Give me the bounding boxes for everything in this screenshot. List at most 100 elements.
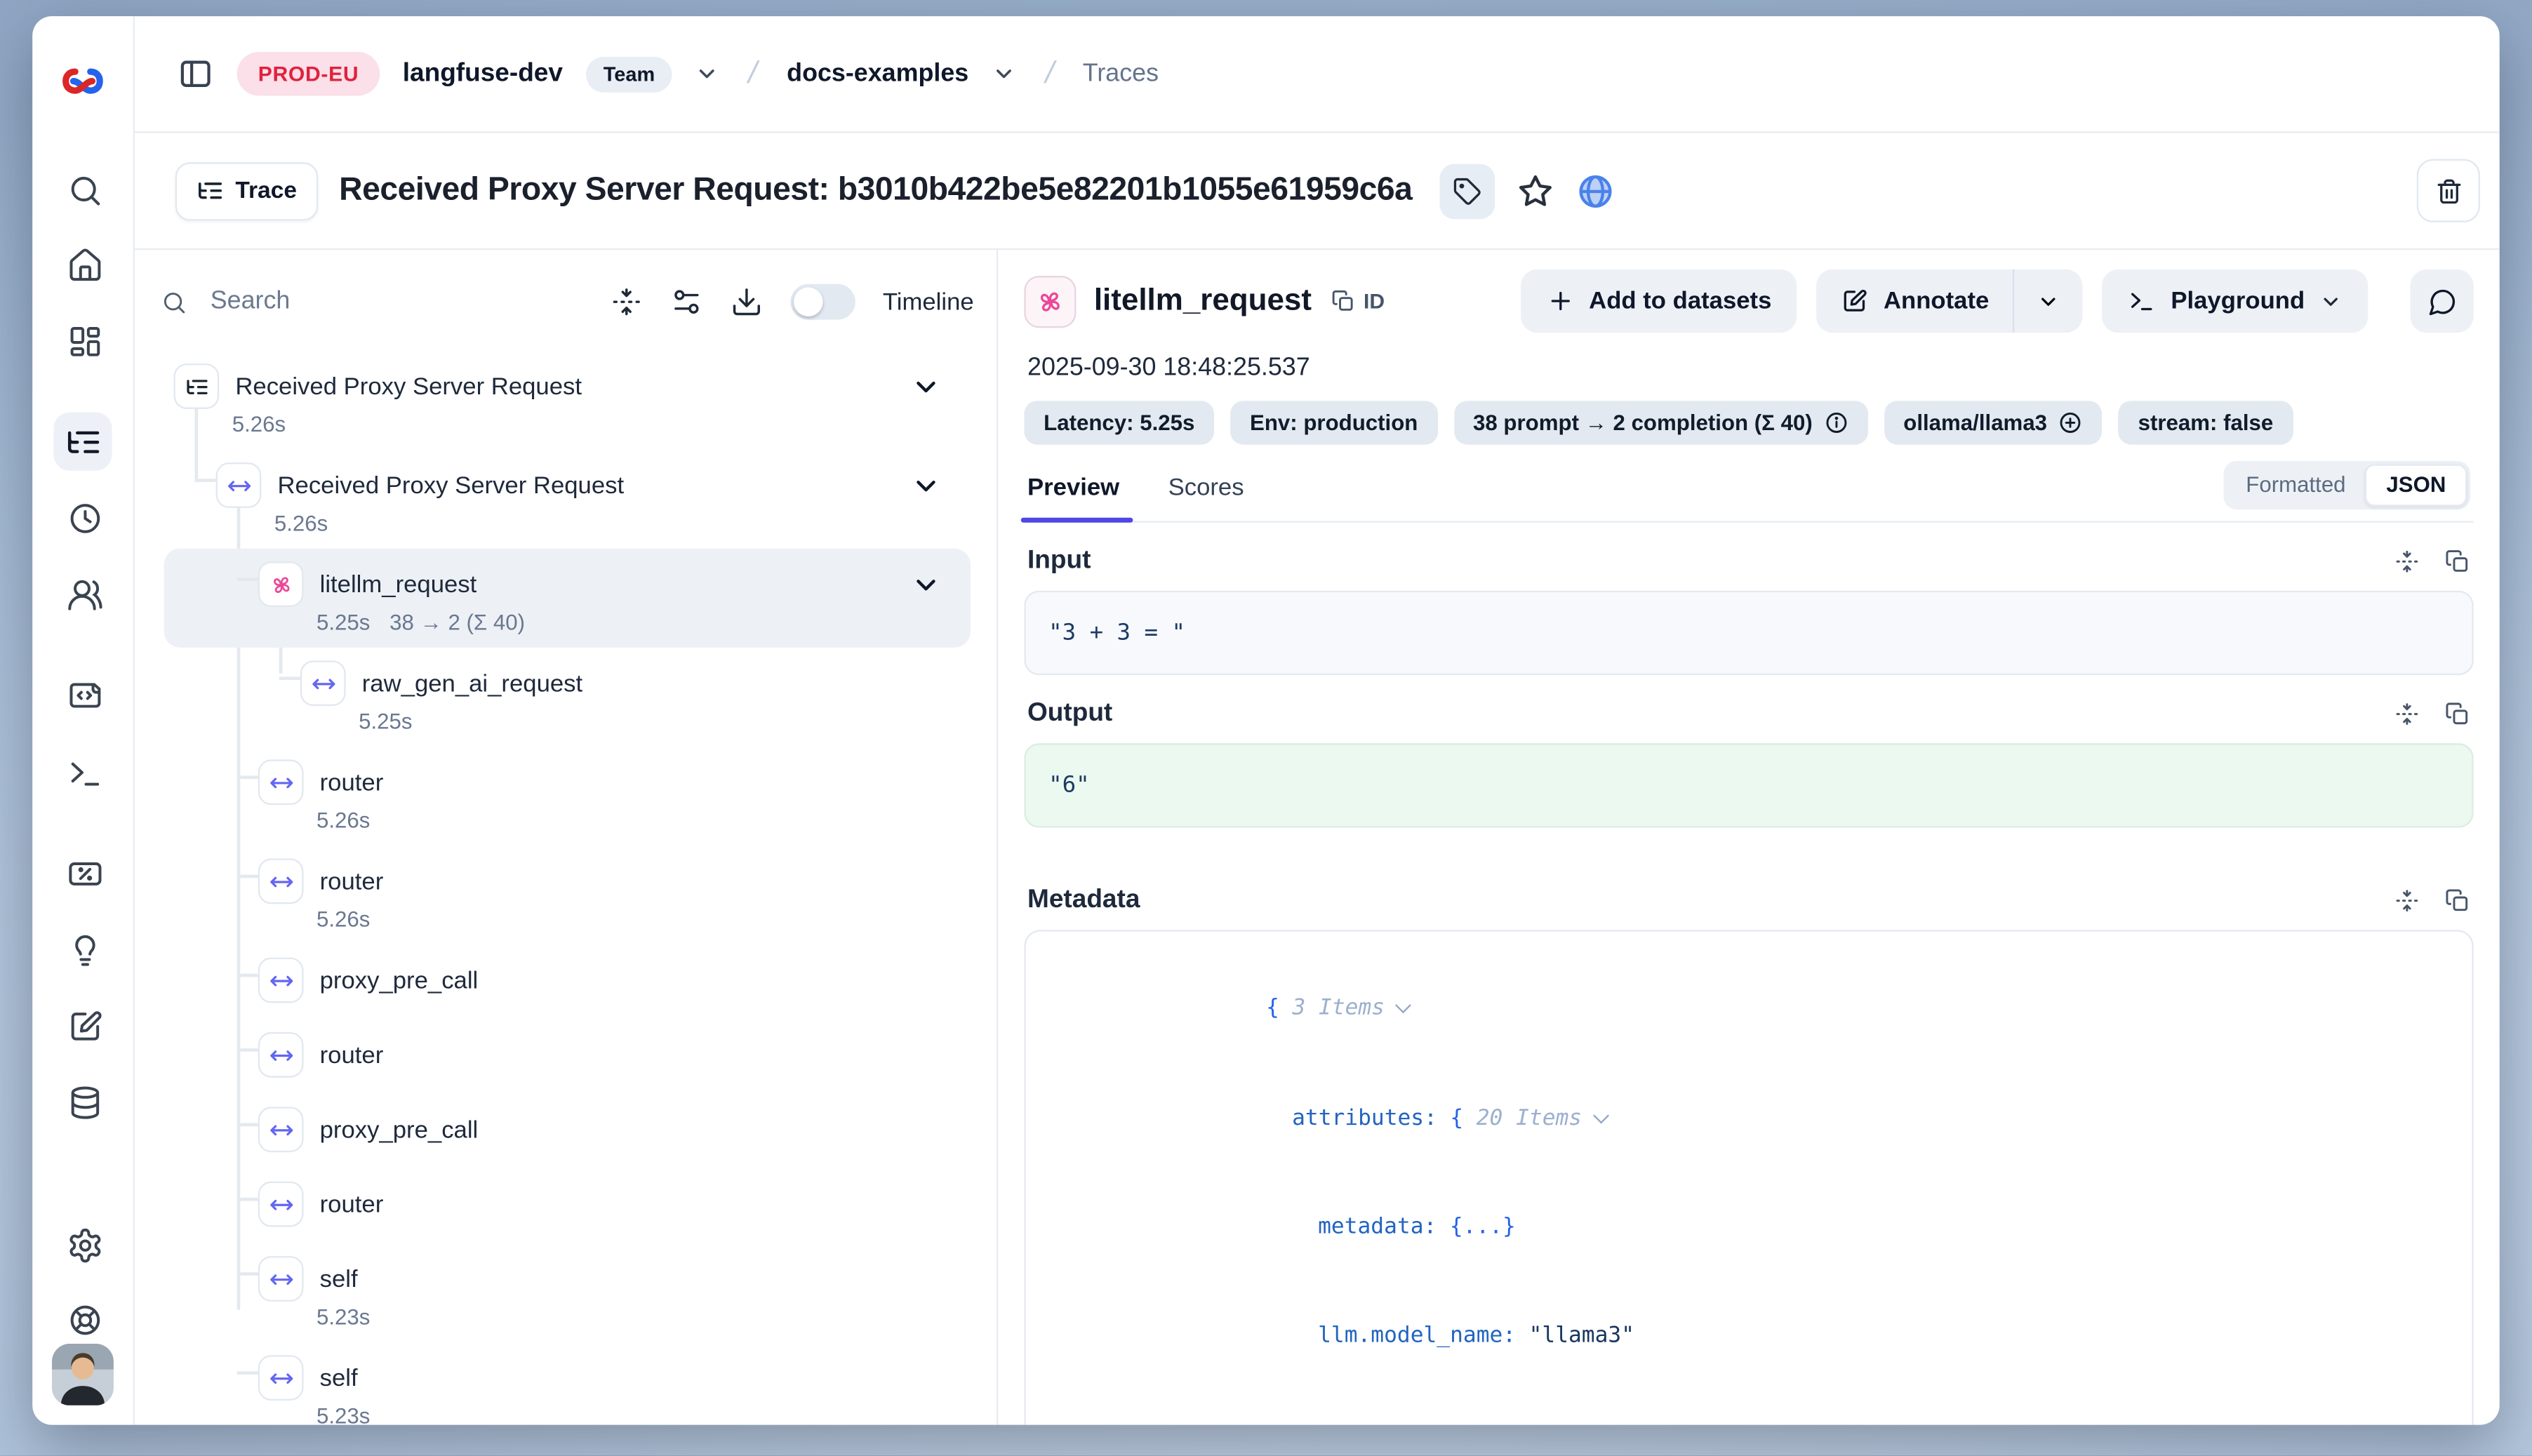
sidebar-item-search[interactable] [62, 167, 107, 213]
add-to-datasets-button[interactable]: Add to datasets [1521, 269, 1797, 333]
tree-node-row[interactable]: Received Proxy Server Request 5.26s [164, 351, 971, 450]
copy-icon[interactable] [2444, 549, 2470, 575]
detail-scroll-area[interactable]: Input "3 + 3 = " Output [1024, 523, 2473, 1425]
favorite-star-button[interactable] [1516, 171, 1555, 211]
project-name[interactable]: docs-examples [787, 59, 968, 88]
tree-node-line: router [164, 858, 954, 904]
org-name[interactable]: langfuse-dev [403, 59, 563, 88]
tag-button[interactable] [1440, 163, 1495, 218]
output-value: "6" [1024, 743, 2473, 827]
tree-node-line: Received Proxy Server Request [164, 462, 954, 508]
metric-badge[interactable]: 38 prompt → 2 completion (Σ 40) [1453, 401, 1867, 444]
tree-node-row[interactable]: router 5.26s [164, 747, 971, 846]
node-duration: 5.26s [232, 412, 286, 436]
tree-node-row[interactable]: raw_gen_ai_request 5.25s [164, 648, 971, 747]
section-actions [2394, 701, 2470, 727]
user-avatar[interactable] [52, 1344, 114, 1405]
tree-node-row[interactable]: router [164, 1168, 971, 1243]
annotate-button[interactable]: Annotate [1817, 269, 2013, 333]
terminal-icon [2128, 287, 2156, 314]
node-duration: 5.26s [316, 907, 370, 932]
breadcrumb-section[interactable]: Traces [1083, 59, 1159, 88]
node-collapse-chevron-icon[interactable] [910, 569, 941, 600]
fold-vertical-icon[interactable] [2394, 549, 2420, 575]
dashboard-grid-icon [66, 322, 103, 359]
sidebar-item-home[interactable] [62, 242, 107, 288]
sidebar-item-prompts[interactable] [62, 672, 107, 718]
sidebar-item-insights[interactable] [62, 927, 107, 973]
format-toggle-json[interactable]: JSON [2365, 464, 2467, 506]
tree-node-label: Received Proxy Server Request [277, 472, 624, 499]
tab-scores[interactable]: Scores [1165, 471, 1247, 521]
timeline-toggle[interactable] [790, 284, 855, 320]
collapse-all-button[interactable] [610, 286, 642, 318]
fold-vertical-icon[interactable] [2394, 701, 2420, 727]
search-icon [161, 286, 187, 317]
tree-node-label: router [320, 867, 384, 895]
copy-icon[interactable] [2444, 888, 2470, 914]
fold-vertical-icon[interactable] [2394, 888, 2420, 914]
metric-badge[interactable]: ollama/llama3 [1884, 401, 2102, 444]
json-brace: { [1266, 996, 1279, 1022]
sidebar-item-sessions[interactable] [62, 495, 107, 540]
sidebar-item-users[interactable] [62, 571, 107, 617]
sidebar-item-support[interactable] [62, 1297, 107, 1342]
tree-node-row[interactable]: Received Proxy Server Request 5.26s [164, 450, 971, 549]
observation-timestamp: 2025-09-30 18:48:25.537 [1027, 354, 2474, 383]
id-label: ID [1364, 289, 1385, 314]
tree-node-line: litellm_request [164, 561, 954, 607]
breadcrumb-separator: / [745, 56, 761, 92]
metadata-json-viewer[interactable]: {3 Items attributes:{20 Items metadata:{… [1024, 930, 2473, 1424]
org-switcher-chevron-icon[interactable] [695, 62, 720, 86]
metric-badge[interactable]: Env: production [1230, 401, 1437, 444]
tree-node-row[interactable]: router 5.26s [164, 846, 971, 944]
main-column: PROD-EU langfuse-dev Team / docs-example… [135, 16, 2500, 1425]
sidebar-item-settings[interactable] [62, 1222, 107, 1268]
tree-node-meta: 5.25s [164, 709, 954, 734]
download-button[interactable] [730, 286, 762, 318]
env-badge: PROD-EU [237, 52, 380, 95]
sidebar-item-tracing[interactable] [53, 412, 112, 470]
langfuse-logo-icon[interactable] [60, 58, 106, 104]
metric-badge[interactable]: Latency: 5.25s [1024, 401, 1214, 444]
delete-trace-button[interactable] [2417, 159, 2480, 222]
public-share-button[interactable] [1576, 171, 1615, 211]
sidebar-item-evaluators[interactable] [62, 850, 107, 896]
tree-node-row[interactable]: proxy_pre_call [164, 1094, 971, 1168]
format-toggle-formatted[interactable]: Formatted [2227, 464, 2366, 506]
comments-button[interactable] [2411, 269, 2474, 333]
tree-node-row[interactable]: router [164, 1019, 971, 1093]
tree-node-label: router [320, 1190, 384, 1217]
sidebar-item-datasets[interactable] [62, 1079, 107, 1125]
sidebar-item-playground[interactable] [62, 750, 107, 796]
tree-search[interactable] [161, 286, 582, 318]
output-section-header: Output [1027, 700, 2470, 729]
annotate-dropdown-button[interactable] [2015, 269, 2083, 333]
search-icon [66, 171, 103, 208]
json-key: attributes: [1292, 1104, 1437, 1130]
sidebar-item-annotation[interactable] [62, 1003, 107, 1048]
project-switcher-chevron-icon[interactable] [992, 62, 1016, 86]
detail-tabs: Preview Scores Formatted JSON [1024, 471, 2473, 523]
avatar-photo [52, 1344, 114, 1405]
tree-search-input[interactable] [207, 286, 582, 318]
copy-icon[interactable] [2444, 701, 2470, 727]
terminal-icon [66, 754, 103, 791]
copy-id-button[interactable]: ID [1331, 289, 1385, 314]
fold-vertical-icon [610, 286, 642, 318]
gear-icon [66, 1226, 103, 1263]
tree-node-label: raw_gen_ai_request [362, 669, 582, 697]
panel-left-toggle[interactable] [177, 55, 214, 93]
playground-button[interactable]: Playground [2103, 269, 2368, 333]
tree-node-row[interactable]: proxy_pre_call [164, 944, 971, 1019]
metric-badge[interactable]: stream: false [2119, 401, 2293, 444]
sidebar-item-dashboards[interactable] [62, 318, 107, 363]
breadcrumb-separator: / [1041, 56, 1058, 92]
tab-preview[interactable]: Preview [1024, 471, 1122, 521]
tree-node-row[interactable]: litellm_request 5.25s 38 → 2 (Σ 40) [164, 549, 971, 648]
tree-node-row[interactable]: self 5.23s [164, 1243, 971, 1342]
tree-node-row[interactable]: self 5.23s [164, 1342, 971, 1425]
node-collapse-chevron-icon[interactable] [910, 470, 941, 501]
tree-settings-button[interactable] [670, 286, 702, 318]
node-collapse-chevron-icon[interactable] [910, 370, 941, 401]
